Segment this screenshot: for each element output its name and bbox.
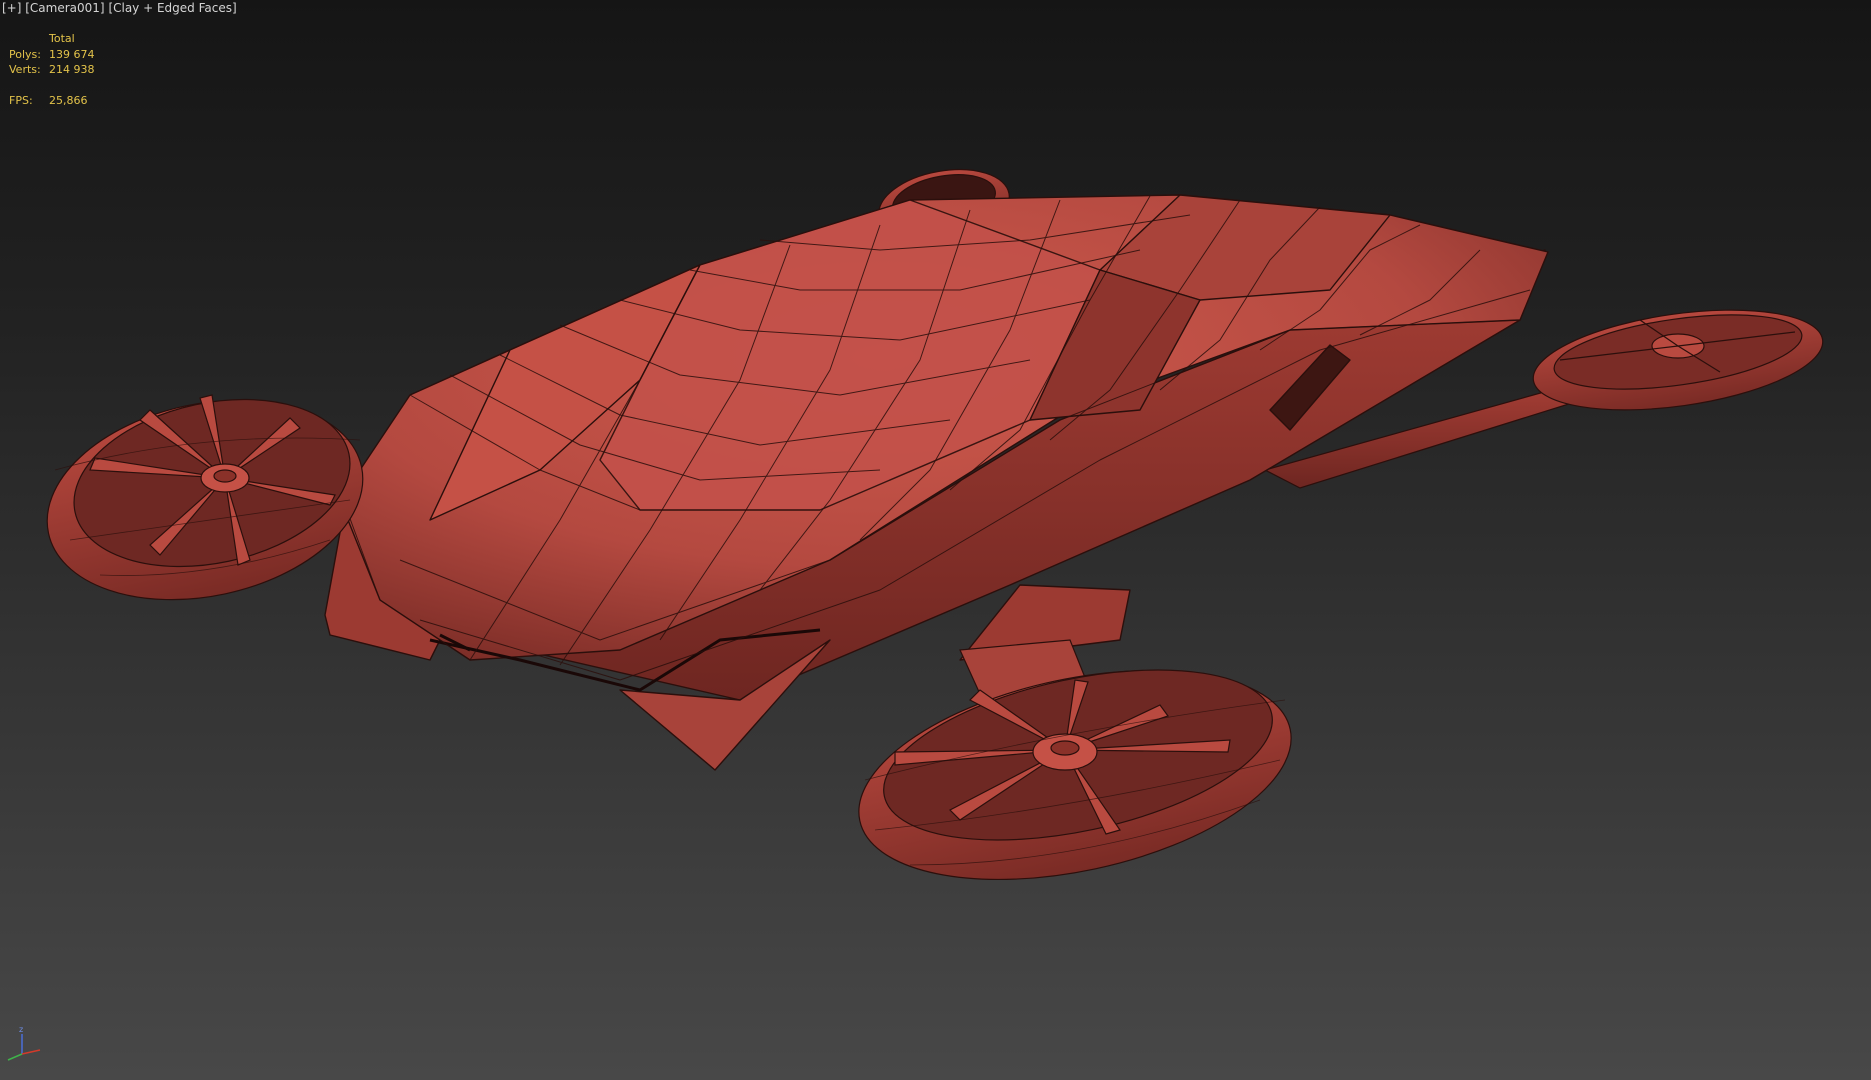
axis-gizmo: z — [7, 1025, 41, 1061]
car-body — [324, 194, 1549, 771]
y-axis — [7, 1053, 23, 1061]
x-axis — [21, 1049, 41, 1055]
rotor-front-left — [46, 394, 364, 601]
rotor-front-right — [858, 639, 1292, 881]
z-axis-label: z — [19, 1025, 23, 1034]
flying-car-model[interactable] — [0, 0, 1871, 1080]
3d-viewport[interactable]: [+] [Camera001] [Clay + Edged Faces] Tot… — [0, 0, 1871, 1080]
